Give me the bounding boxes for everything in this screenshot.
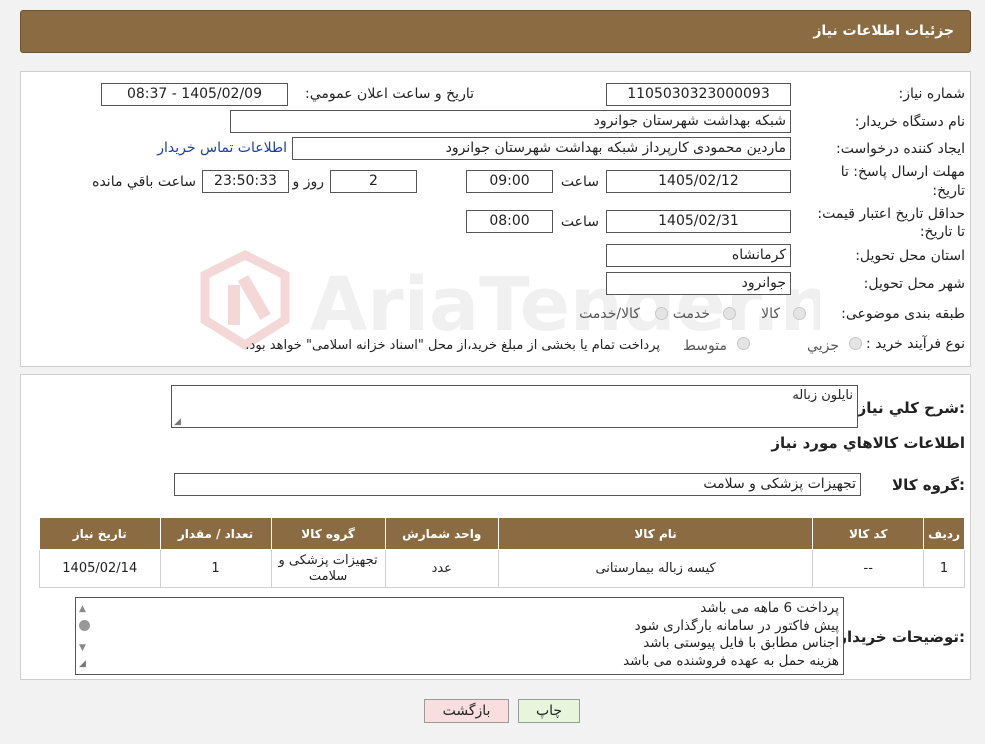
table-header-row: رديف کد کالا نام کالا واحد شمارش گروه کا… <box>39 517 965 550</box>
validity-time-field: 08:00 <box>466 210 553 233</box>
need-number-label: شماره نیاز: <box>898 86 966 102</box>
province-label: استان محل تحويل: <box>855 248 965 264</box>
category-option-service: خدمت <box>672 306 710 322</box>
deadline-date-field: 1405/02/12 <box>606 170 791 193</box>
buyer-note-line: اجناس مطابق با فایل پیوستی باشد <box>643 635 839 651</box>
days-label: روز و <box>292 174 325 190</box>
buyer-note-line: هزینه حمل به عهده فروشنده می باشد <box>623 652 839 669</box>
scroll-thumb[interactable] <box>79 620 90 631</box>
buyer-notes-label: توضيحات خريدار: <box>838 628 965 646</box>
cell-need-date: 1405/02/14 <box>39 549 161 588</box>
general-desc-textarea[interactable]: نایلون زباله ◢ <box>171 385 858 428</box>
buyer-note-line: پیش فاکتور در سامانه بارگذاری شود <box>634 617 839 634</box>
buyer-org-label: نام دستگاه خريدار: <box>854 114 965 130</box>
creator-field: ماردین محمودی کارپرداز شبکه بهداشت شهرست… <box>292 137 791 160</box>
process-note: پرداخت تمام يا بخشی از مبلغ خريد،از محل … <box>245 338 660 353</box>
cell-goods-group: تجهیزات پزشکی و سلامت <box>270 549 386 588</box>
need-number-field: 1105030323000093 <box>606 83 791 106</box>
col-unit: واحد شمارش <box>384 517 499 550</box>
resize-handle-icon: ◢ <box>174 417 181 427</box>
goods-group-label: گروه کالا: <box>892 476 965 494</box>
creator-label: ايجاد کننده درخواست: <box>836 141 965 157</box>
goods-info-title: اطلاعات کالاهاي مورد نياز <box>771 434 965 452</box>
process-option-medium: متوسط <box>683 338 727 354</box>
category-radio-goods-service[interactable] <box>655 307 668 320</box>
table-row: 1 -- کیسه زباله بیمارستانی عدد تجهیزات پ… <box>39 549 965 588</box>
general-desc-text: نایلون زباله <box>792 388 853 403</box>
category-radio-goods[interactable] <box>793 307 806 320</box>
goods-group-field: تجهیزات پزشکی و سلامت <box>174 473 861 496</box>
buyer-org-field: شبکه بهداشت شهرستان جوانرود <box>230 110 791 133</box>
remaining-time-field: 23:50:33 <box>202 170 289 193</box>
category-label: طبقه بندی موضوعی: <box>841 306 965 322</box>
validity-date-field: 1405/02/31 <box>606 210 791 233</box>
category-option-goods-service: کالا/خدمت <box>579 306 640 322</box>
col-goods-group: گروه کالا <box>270 517 386 550</box>
process-label: نوع فرآيند خريد : <box>866 336 965 352</box>
contact-buyer-link[interactable]: اطلاعات تماس خريدار <box>157 140 287 156</box>
category-radio-service[interactable] <box>723 307 736 320</box>
page-title: جزئیات اطلاعات نیاز <box>813 23 954 39</box>
process-radio-minor[interactable] <box>849 337 862 350</box>
province-field: کرمانشاه <box>606 244 791 267</box>
remaining-label: ساعت باقي مانده <box>92 174 196 190</box>
cell-unit: عدد <box>384 549 499 588</box>
col-item-code: کد کالا <box>812 517 925 550</box>
cell-quantity: 1 <box>159 549 272 588</box>
process-option-minor: جزيي <box>807 338 839 354</box>
items-table: رديف کد کالا نام کالا واحد شمارش گروه کا… <box>39 517 965 588</box>
validity-label: حداقل تاريخ اعتبار قيمت: تا تاريخ: <box>817 206 965 240</box>
process-radio-medium[interactable] <box>737 337 750 350</box>
category-option-goods: کالا <box>761 306 780 322</box>
buyer-notes-textarea[interactable]: پرداخت 6 ماهه می باشد پیش فاکتور در ساما… <box>75 597 844 675</box>
days-field: 2 <box>330 170 417 193</box>
announce-field: 1405/02/09 - 08:37 <box>101 83 288 106</box>
cell-row-number: 1 <box>923 549 965 588</box>
deadline-time-field: 09:00 <box>466 170 553 193</box>
deadline-time-label: ساعت <box>560 174 599 190</box>
resize-handle-icon: ◢ <box>79 658 86 669</box>
col-need-date: تاريخ نياز <box>39 517 161 550</box>
col-quantity: تعداد / مقدار <box>159 517 272 550</box>
city-field: جوانرود <box>606 272 791 295</box>
col-row-number: رديف <box>923 517 965 550</box>
deadline-label: مهلت ارسال پاسخ: تا تاريخ: <box>840 164 965 199</box>
validity-time-label: ساعت <box>560 214 599 230</box>
cell-item-name: کیسه زباله بیمارستانی <box>497 549 814 588</box>
scroll-up-icon[interactable]: ▲ <box>79 601 86 619</box>
print-button[interactable]: چاپ <box>518 699 580 723</box>
col-item-name: نام کالا <box>497 517 814 550</box>
cell-item-code: -- <box>812 549 925 588</box>
page-header: جزئیات اطلاعات نیاز <box>20 10 971 53</box>
announce-label: تاریخ و ساعت اعلان عمومي: <box>305 86 474 102</box>
buyer-note-line: پرداخت 6 ماهه می باشد <box>700 600 839 616</box>
city-label: شهر محل تحويل: <box>863 276 965 292</box>
back-button[interactable]: بازگشت <box>424 699 509 723</box>
scrollbar[interactable]: ▲ ▼ ◢ <box>76 598 93 674</box>
general-desc-label: شرح کلي نياز: <box>857 399 965 417</box>
